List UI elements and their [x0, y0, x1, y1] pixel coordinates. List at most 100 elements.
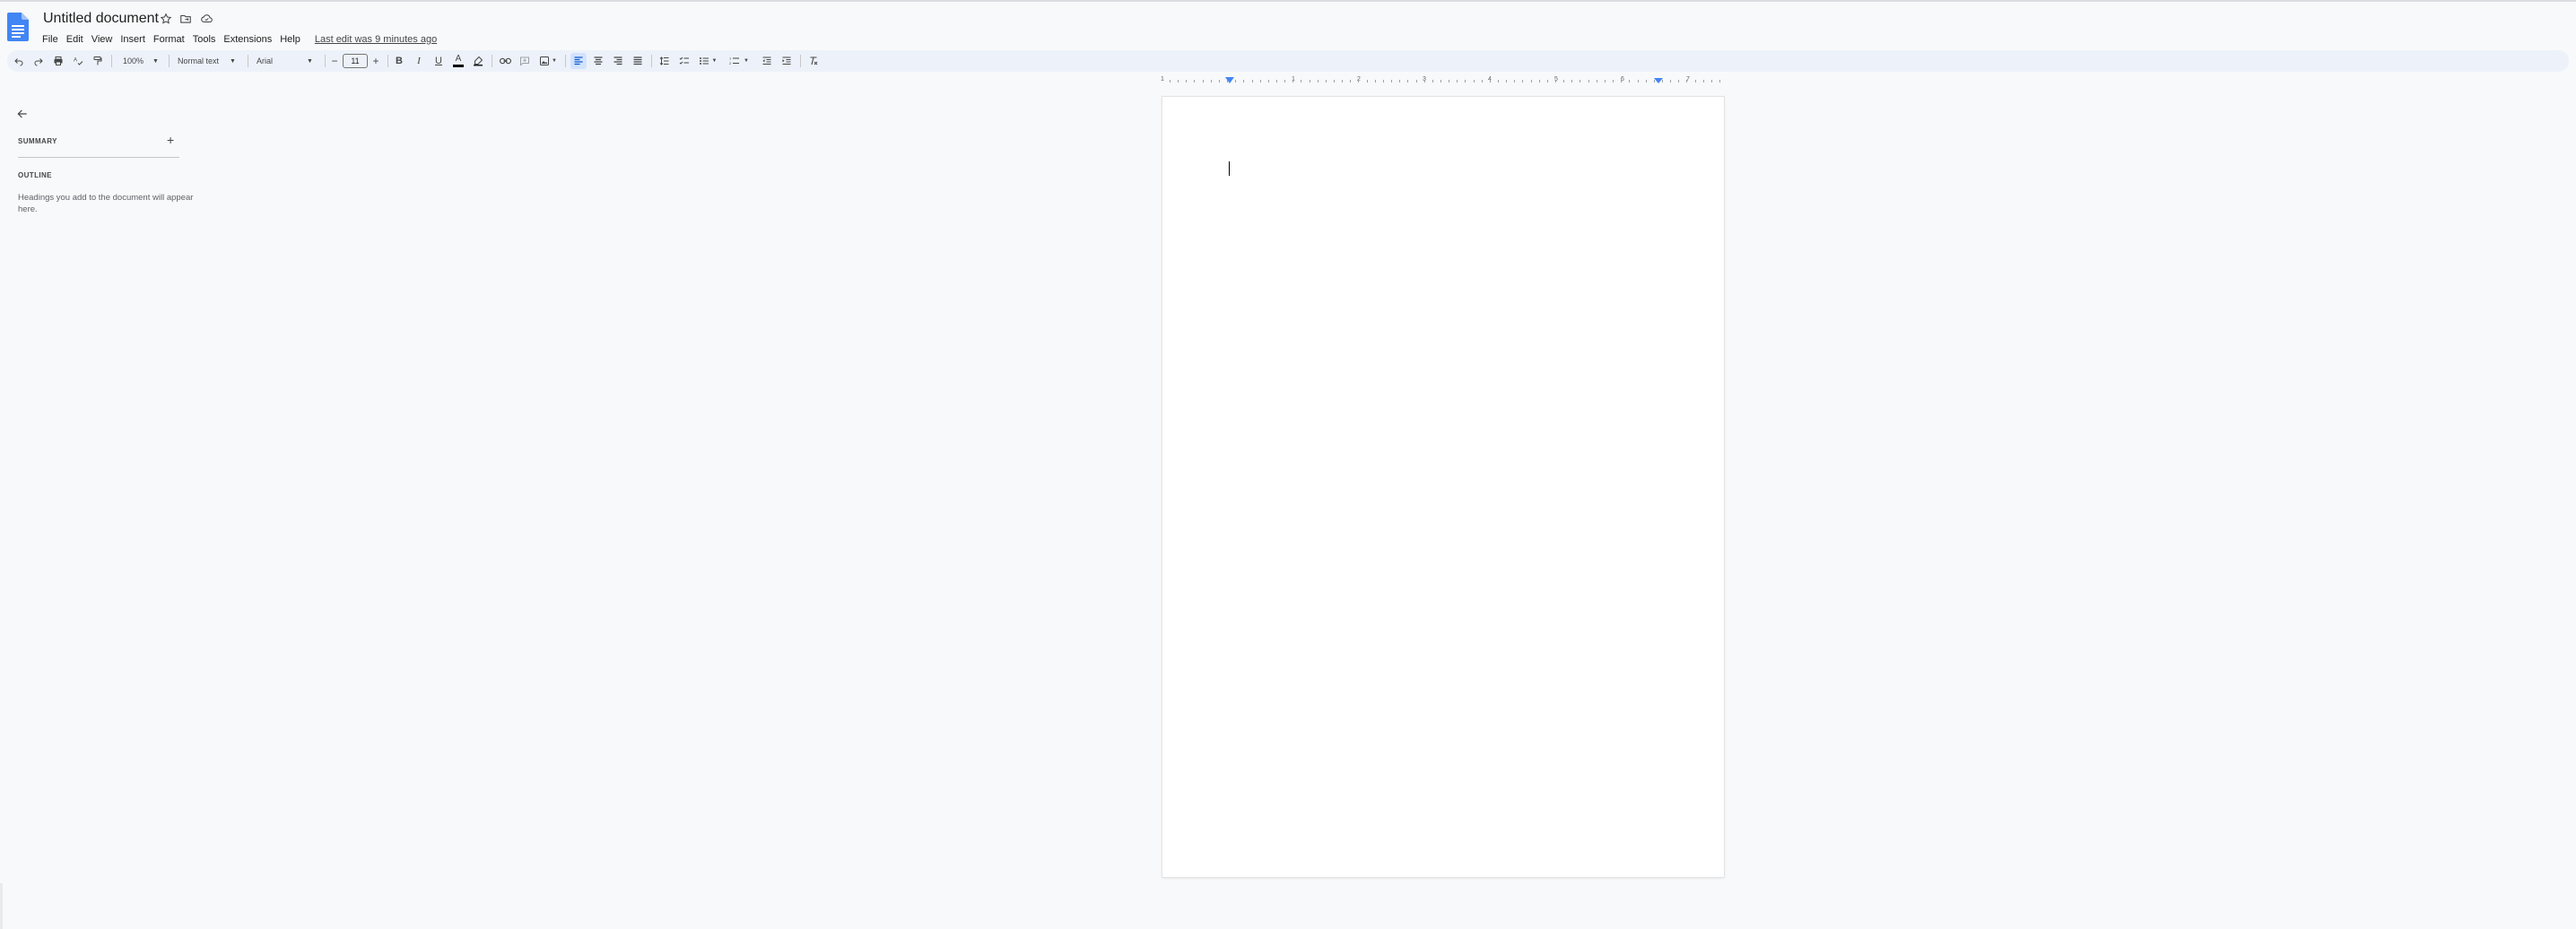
ruler-tick	[1563, 80, 1564, 82]
menu-file[interactable]: File	[39, 30, 64, 48]
insert-image-icon[interactable]: ▼	[536, 53, 560, 69]
zoom-select[interactable]: 100% ▼	[118, 53, 163, 69]
chevron-down-icon: ▼	[152, 57, 159, 65]
ruler-tick	[1432, 80, 1433, 82]
ruler-tick	[1629, 80, 1630, 82]
ruler-tick	[1638, 80, 1639, 82]
toolbar: A 100% ▼ Normal text ▼ Arial ▼ − 11 + B …	[7, 50, 2569, 72]
text-color-icon[interactable]: A	[450, 53, 466, 69]
document-page[interactable]	[1162, 97, 1724, 877]
ruler-tick	[1498, 80, 1499, 82]
last-edit-link[interactable]: Last edit was 9 minutes ago	[315, 32, 437, 47]
left-indent-marker[interactable]	[1225, 77, 1234, 83]
bold-icon[interactable]: B	[391, 53, 407, 69]
ruler-tick	[1186, 80, 1187, 82]
font-family-select[interactable]: Arial ▼	[253, 53, 321, 69]
svg-text:A: A	[74, 58, 77, 64]
italic-icon[interactable]: I	[411, 53, 427, 69]
ruler-tick	[1703, 80, 1704, 82]
increase-font-size-button[interactable]: +	[370, 53, 382, 69]
menu-bar: File Edit View Insert Format Tools Exten…	[39, 30, 437, 48]
ruler-tick	[1474, 80, 1475, 82]
align-left-icon[interactable]	[570, 53, 587, 69]
menu-tools[interactable]: Tools	[190, 30, 222, 48]
font-size-field[interactable]: 11	[343, 53, 368, 69]
menu-insert[interactable]: Insert	[117, 30, 151, 48]
docs-logo-icon[interactable]	[7, 13, 29, 41]
cloud-saved-icon[interactable]	[198, 11, 214, 27]
font-size-value: 11	[343, 54, 368, 68]
right-indent-marker[interactable]	[1654, 78, 1663, 83]
underline-icon[interactable]: U	[431, 53, 447, 69]
menu-view[interactable]: View	[89, 30, 118, 48]
ruler-tick	[1375, 80, 1376, 82]
ruler-label: 1	[1161, 76, 1164, 82]
ruler-tick	[1719, 80, 1720, 82]
decrease-font-size-button[interactable]: −	[328, 53, 341, 69]
menu-edit[interactable]: Edit	[64, 30, 89, 48]
ruler-tick	[1367, 80, 1368, 82]
ruler-tick	[1342, 80, 1343, 82]
ruler-tick	[1399, 80, 1400, 82]
undo-icon[interactable]	[11, 53, 27, 69]
ruler-tick	[1571, 80, 1572, 82]
ruler-tick	[1350, 80, 1351, 82]
ruler-tick	[1334, 80, 1335, 82]
chevron-down-icon: ▼	[230, 57, 236, 65]
ruler-tick	[1383, 80, 1384, 82]
highlight-color-icon[interactable]	[470, 53, 486, 69]
spellcheck-icon[interactable]: A	[70, 53, 86, 69]
increase-indent-icon[interactable]	[779, 53, 795, 69]
ruler-tick	[1243, 80, 1244, 82]
ruler-tick	[1547, 80, 1548, 82]
back-arrow-icon[interactable]	[16, 108, 29, 120]
ruler-tick	[1588, 80, 1589, 82]
ruler-tick	[1555, 80, 1556, 82]
paint-format-icon[interactable]	[90, 53, 106, 69]
horizontal-ruler[interactable]: 1 1 2 3 4 5 6 7	[1161, 75, 1726, 86]
title-bar: Untitled document File Edit View Insert …	[0, 2, 2576, 52]
star-icon[interactable]	[158, 11, 174, 27]
menu-format[interactable]: Format	[151, 30, 190, 48]
ruler-tick	[1211, 80, 1212, 82]
ruler-tick	[1605, 80, 1606, 82]
summary-heading: SUMMARY	[18, 137, 57, 145]
clear-formatting-icon[interactable]	[805, 53, 822, 69]
ruler-tick	[1457, 80, 1458, 82]
divider	[18, 157, 179, 158]
ruler-tick	[1686, 80, 1687, 82]
line-spacing-icon[interactable]	[657, 53, 673, 69]
outline-heading: OUTLINE	[18, 171, 52, 179]
document-title[interactable]: Untitled document	[41, 9, 161, 29]
chevron-down-icon: ▼	[744, 58, 749, 64]
checklist-icon[interactable]	[676, 53, 692, 69]
ruler-tick	[1440, 80, 1441, 82]
justify-icon[interactable]	[630, 53, 646, 69]
numbered-list-icon[interactable]: 12 ▼	[727, 53, 752, 69]
ruler-tick	[1539, 80, 1540, 82]
menu-help[interactable]: Help	[277, 30, 306, 48]
ruler-tick	[1522, 80, 1523, 82]
insert-link-icon[interactable]	[497, 53, 513, 69]
ruler-tick	[1482, 80, 1483, 82]
add-comment-icon[interactable]	[517, 53, 533, 69]
menu-extensions[interactable]: Extensions	[221, 30, 277, 48]
svg-text:1: 1	[729, 56, 732, 61]
redo-icon[interactable]	[30, 53, 47, 69]
ruler-tick	[1407, 80, 1408, 82]
paragraph-style-select[interactable]: Normal text ▼	[174, 53, 246, 69]
bulleted-list-icon[interactable]: ▼	[696, 53, 719, 69]
ruler-tick	[1252, 80, 1253, 82]
ruler-tick	[1416, 80, 1417, 82]
ruler-tick	[1292, 80, 1293, 82]
align-right-icon[interactable]	[610, 53, 626, 69]
add-summary-icon[interactable]: +	[167, 134, 174, 146]
print-icon[interactable]	[50, 53, 66, 69]
move-folder-icon[interactable]	[178, 11, 194, 27]
ruler-tick	[1268, 80, 1269, 82]
align-center-icon[interactable]	[590, 53, 606, 69]
decrease-indent-icon[interactable]	[759, 53, 775, 69]
document-outline-panel: SUMMARY + OUTLINE Headings you add to th…	[0, 90, 193, 897]
ruler-tick	[1670, 80, 1671, 82]
font-family-value: Arial	[257, 56, 274, 65]
